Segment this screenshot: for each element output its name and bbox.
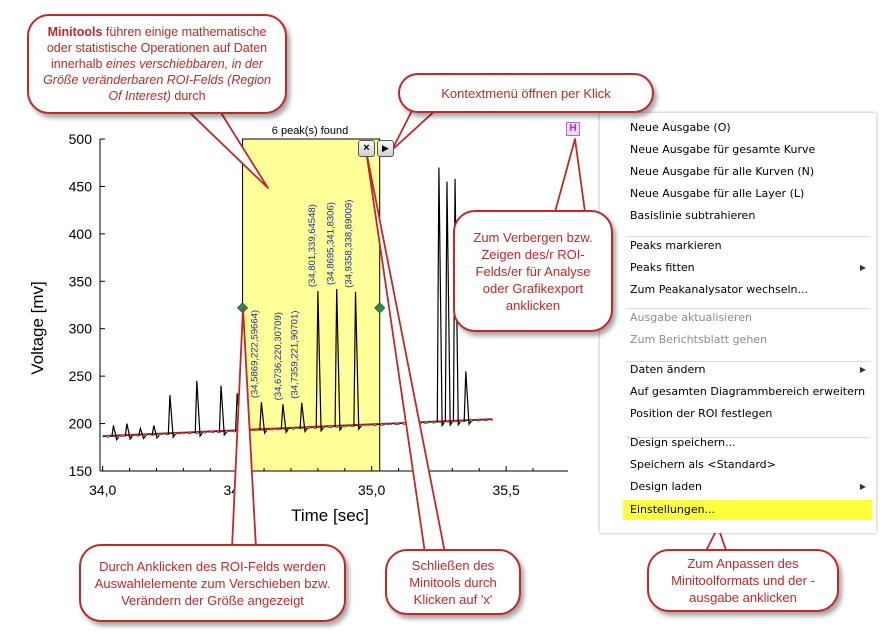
menu-item[interactable]: Ausgabe aktualisieren [623,308,872,328]
peak-label: (34,7359,221,90701) [290,311,301,399]
y-tick-label: 500 [69,131,93,147]
context-menu: Neue Ausgabe (O) Neue Ausgabe für gesamte… [600,113,876,533]
menu-item-label: Peaks markieren [630,239,722,252]
menu-item[interactable]: Daten ändern ▶ [623,360,872,380]
y-tick-label: 400 [69,226,93,242]
peak [167,395,176,439]
menu-item[interactable]: Design speichern... [623,433,872,453]
callout-click-roi: Durch Anklicken des ROI-Felds werden Aus… [79,544,346,622]
peak [124,423,133,441]
menu-item[interactable]: Neue Ausgabe für gesamte Kurve [623,140,872,160]
submenu-arrow-icon: ▶ [859,263,866,272]
x-tick-label: 34,0 [89,482,116,498]
x-axis-title: Time [sec] [291,506,369,525]
roi-close-button[interactable]: × [358,140,375,157]
menu-item-label: Daten ändern [630,363,706,376]
menu-item[interactable]: Speichern als <Standard> [623,455,872,475]
callout-toggle-roi: Zum Verbergen bzw. Zeigen des/r ROI-Feld… [453,210,613,332]
menu-item-label: Speichern als <Standard> [630,458,776,471]
y-tick-label: 450 [69,178,93,194]
menu-item[interactable]: Einstellungen... [623,500,872,520]
callout-settings: Zum Anpassen des Minitoolformats und der… [647,549,839,612]
menu-item-label: Ausgabe aktualisieren [630,311,753,324]
menu-item-label: Neue Ausgabe für alle Layer (L) [630,187,805,200]
pointer-toggle [554,138,586,213]
peak [111,425,120,442]
menu-item[interactable]: Neue Ausgabe für alle Kurven (N) [623,162,872,182]
menu-item-label: Design speichern... [630,436,736,449]
peak [436,167,445,428]
x-tick-label: 35,5 [493,482,520,498]
menu-item[interactable]: Neue Ausgabe (O) [623,118,872,138]
y-axis-title: Voltage [mv] [28,281,47,375]
menu-item-label: Einstellungen... [630,503,716,516]
menu-item-label: Position der ROI festlegen [630,407,773,420]
roi-menu-arrow-button[interactable]: ▶ [377,140,394,157]
peak [463,371,472,426]
menu-item-label: Zum Peakanalysator wechseln... [630,283,808,296]
submenu-arrow-icon: ▶ [859,365,866,374]
callout-intro-bold: Minitools [47,25,103,39]
peak [444,181,453,427]
callout-minitools-intro: Minitools führen einige mathematische od… [27,14,287,114]
menu-item-label: Design laden [630,480,702,493]
peak [218,385,227,437]
peak [151,425,160,440]
menu-item[interactable]: Neue Ausgabe für alle Layer (L) [623,184,872,204]
menu-item-label: Auf gesamten Diagrammbereich erweitern [630,385,866,398]
menu-item-label: Neue Ausgabe für gesamte Kurve [630,143,816,156]
submenu-arrow-icon: ▶ [859,482,866,491]
peak-label: (34,801,339,64548) [307,204,318,287]
peak-label: (34,9358,338,89009) [343,200,354,288]
y-tick-label: 200 [69,416,93,432]
roi-toggle-icon[interactable]: H [566,122,580,136]
roi-title: 6 peak(s) found [271,125,349,137]
menu-item-label: Peaks fitten [630,261,695,274]
callout-context-menu-open: Kontextmenü öffnen per Klick [398,73,654,113]
menu-item[interactable]: Peaks markieren [623,236,872,256]
y-tick-label: 350 [69,273,93,289]
peak-label: (34,8695,341,8306) [326,202,337,285]
peak [194,380,203,438]
menu-item[interactable]: Peaks fitten ▶ [623,258,872,278]
y-tick-label: 250 [69,368,93,384]
menu-item-label: Basislinie subtrahieren [630,209,756,222]
menu-item[interactable]: Zum Berichtsblatt gehen [623,330,872,350]
peak-label: (34,5869,222,59664) [250,310,261,398]
menu-item[interactable]: Auf gesamten Diagrammbereich erweitern [623,382,872,402]
x-tick-label: 35,0 [358,482,385,498]
menu-item[interactable]: Zum Peakanalysator wechseln... [623,280,872,300]
menu-item-label: Neue Ausgabe für alle Kurven (N) [630,165,815,178]
callout-close-minitool: Schließen des Minitools durch Klicken au… [385,549,521,615]
peak-label: (34,6736,220,30709) [273,312,284,400]
y-tick-label: 150 [69,463,93,479]
menu-item-label: Neue Ausgabe (O) [630,121,731,134]
menu-item[interactable]: Design laden ▶ [623,477,872,497]
menu-item[interactable]: Basislinie subtrahieren [623,206,872,226]
y-tick-label: 300 [69,321,93,337]
menu-item[interactable]: Position der ROI festlegen [623,404,872,424]
menu-item-label: Zum Berichtsblatt gehen [630,333,768,346]
callout-intro-text2: durch [170,89,206,103]
